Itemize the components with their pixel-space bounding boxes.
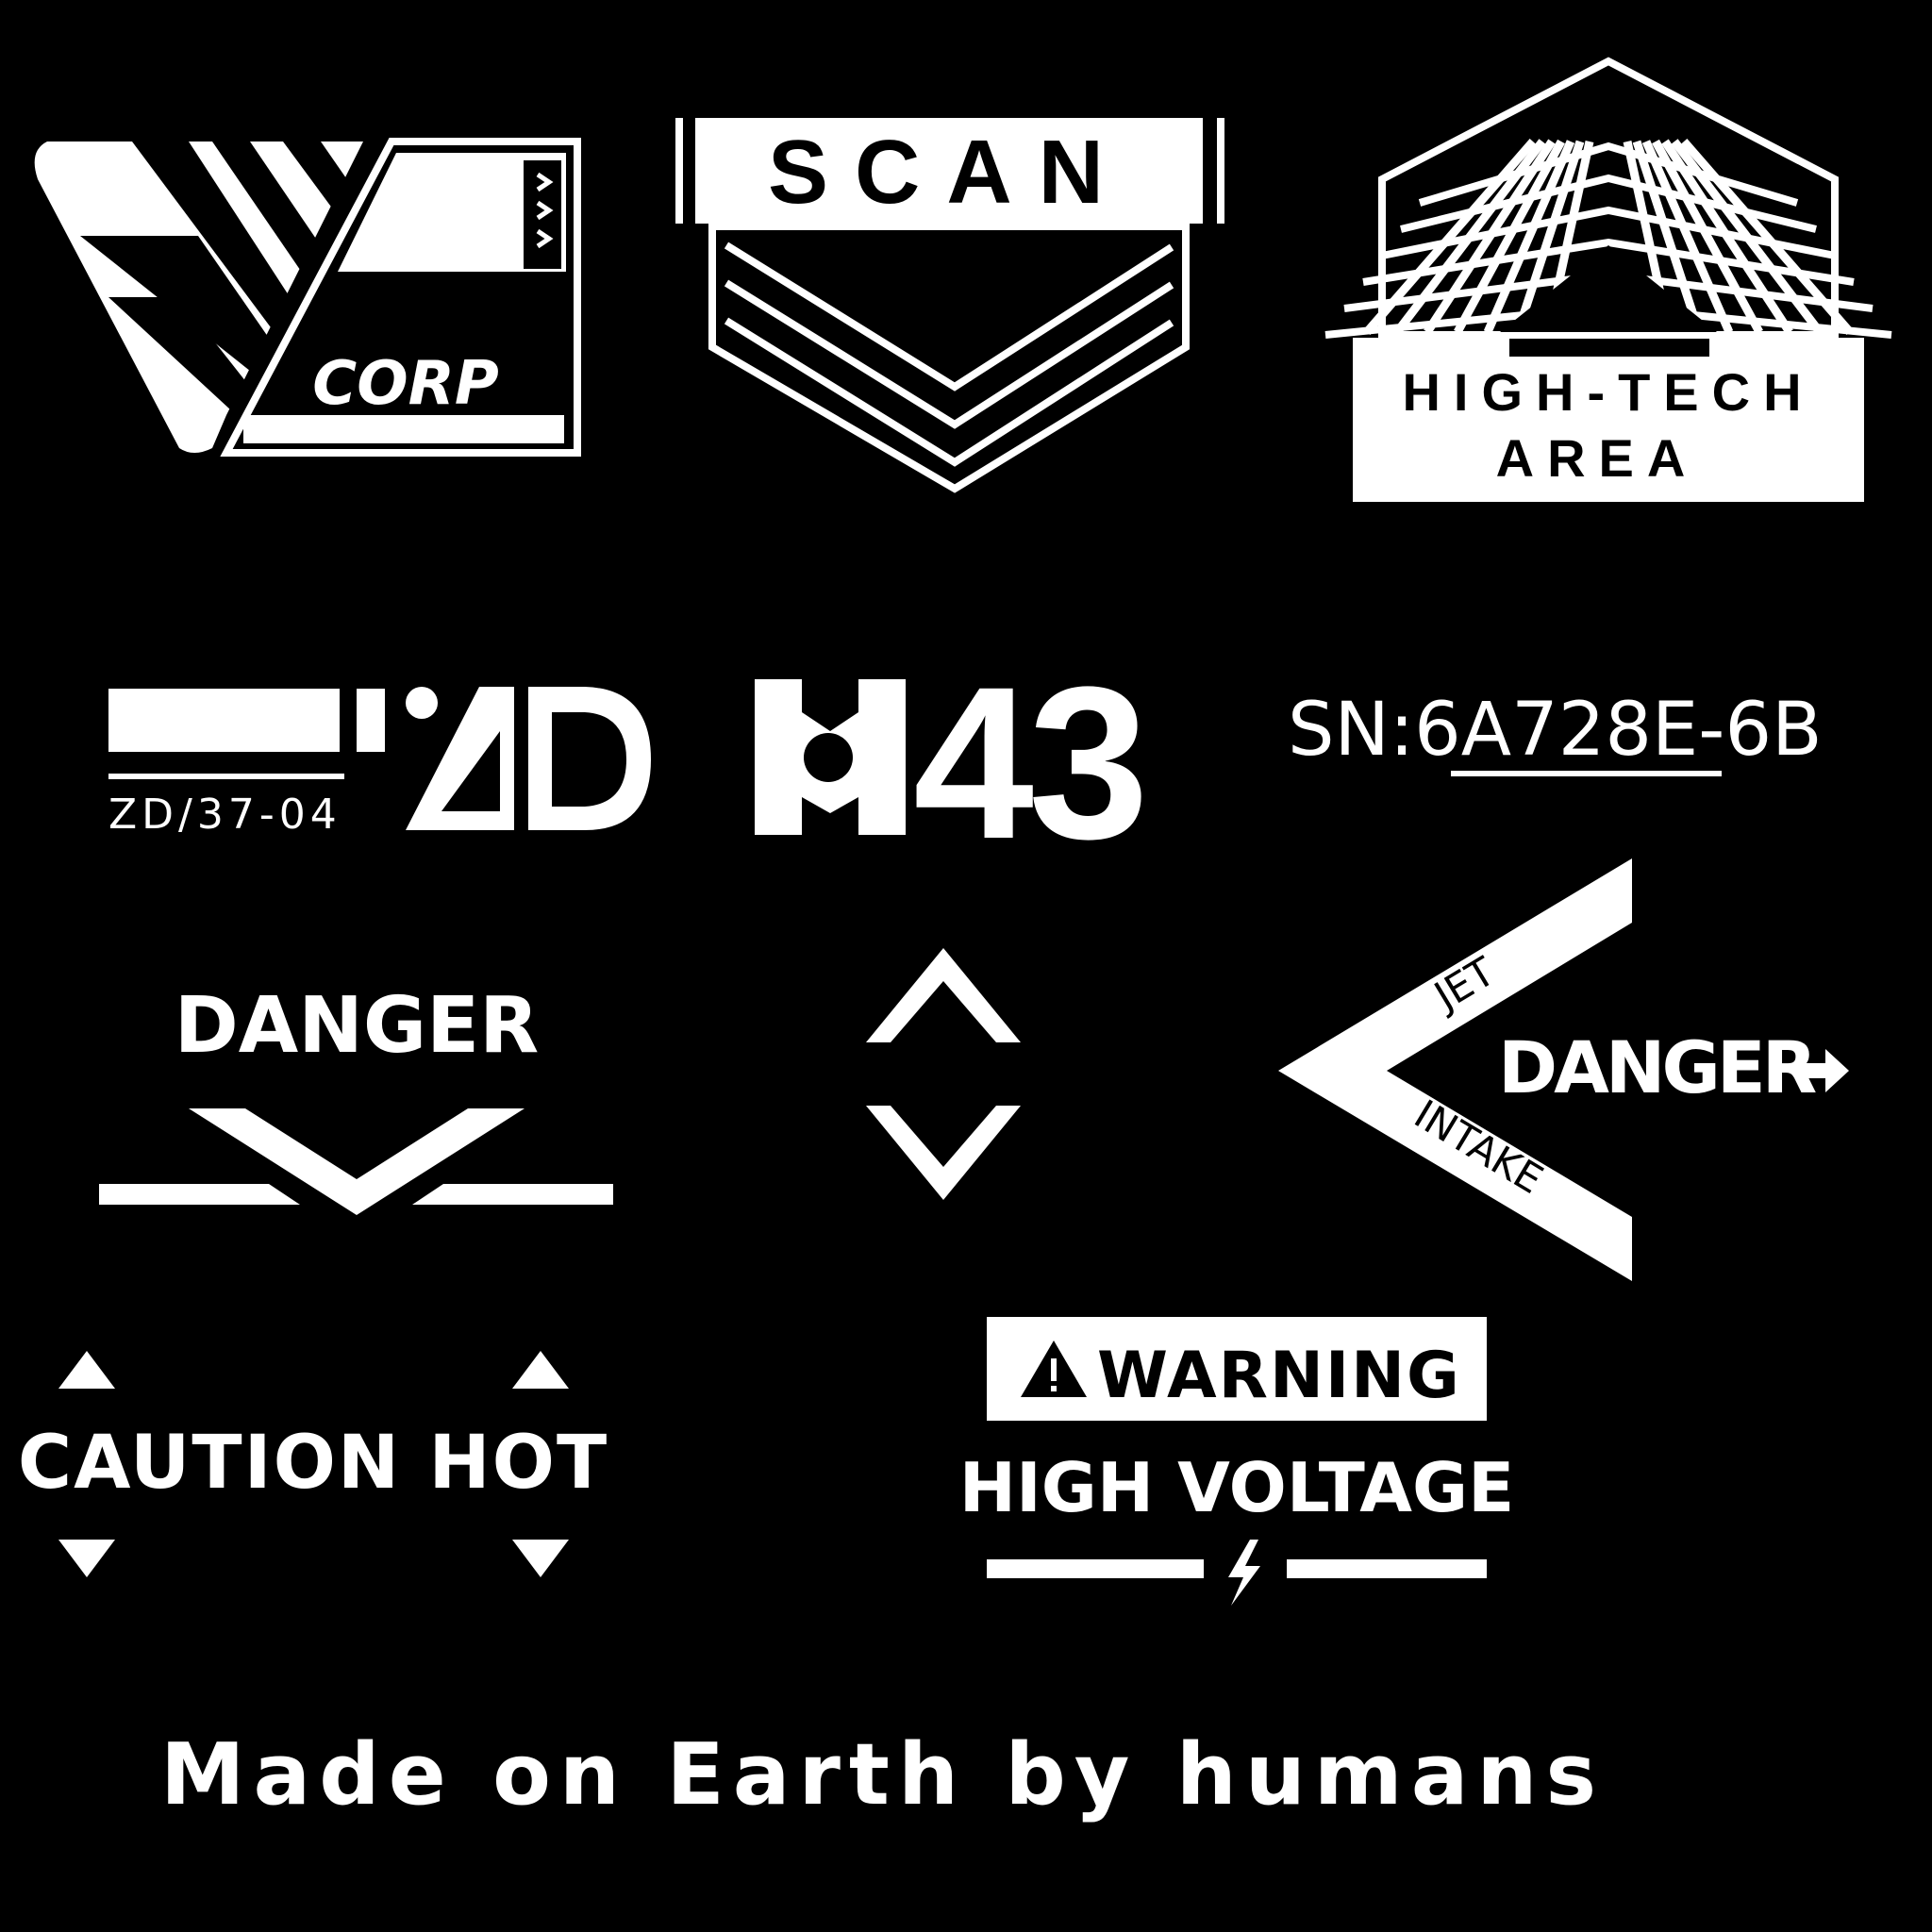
serial-prefix: SN: xyxy=(1288,688,1414,773)
caution-label: CAUTION HOT xyxy=(18,1421,608,1506)
serial-underline xyxy=(1451,771,1722,776)
zd-bar xyxy=(108,689,340,752)
serial-number: SN:6A728E-6B xyxy=(1288,688,1823,776)
warning-subtitle: HIGH VOLTAGE xyxy=(959,1448,1515,1527)
voltage-bar-right xyxy=(1287,1559,1487,1578)
hightech-line2: AREA xyxy=(1496,428,1699,488)
scan-side-bar xyxy=(1217,118,1224,224)
scan-side-bar xyxy=(675,118,683,224)
m-glyph-hole xyxy=(804,733,853,782)
footer-tagline: Made on Earth by humans xyxy=(160,1725,1605,1824)
warning-title: WARNING xyxy=(1097,1339,1461,1413)
m43-label: 43 xyxy=(913,641,1143,884)
corp-label: CORP xyxy=(312,349,499,419)
hightech-line1: HIGH-TECH xyxy=(1402,362,1814,422)
danger-label: DANGER xyxy=(175,981,540,1071)
danger-bar-left xyxy=(99,1184,300,1205)
exclamation-dot xyxy=(1051,1386,1057,1391)
serial-text: SN:6A728E-6B xyxy=(1288,688,1823,773)
zd-underline xyxy=(108,774,344,779)
zd-dot xyxy=(406,687,438,719)
exclamation-icon xyxy=(1051,1358,1057,1381)
zd-block xyxy=(357,689,385,752)
serial-suffix: -6B xyxy=(1698,688,1822,773)
voltage-bar-left xyxy=(987,1559,1204,1578)
serial-underlined: 6A728E xyxy=(1414,688,1698,773)
decal-sheet: CORP SCAN HIGH-TECH AREA ZD/37-04 43 SN:… xyxy=(0,0,1932,1932)
jet-danger-label: DANGER xyxy=(1498,1025,1816,1109)
scan-label: SCAN xyxy=(768,122,1130,223)
corp-bar xyxy=(243,415,564,443)
danger-bar-right xyxy=(412,1184,613,1205)
zd-code: ZD/37-04 xyxy=(108,791,341,839)
